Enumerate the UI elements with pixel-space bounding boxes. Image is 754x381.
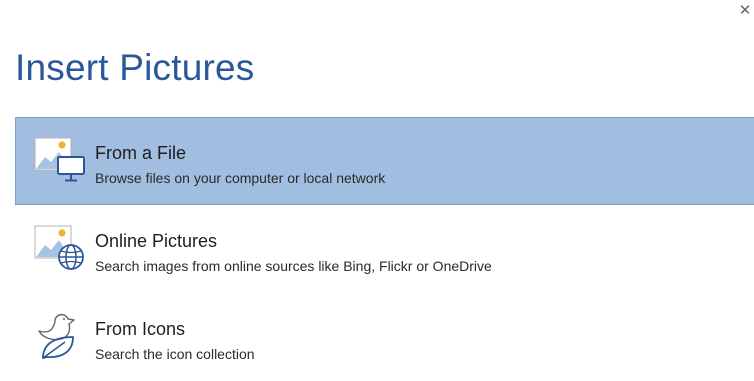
option-label: From a File: [95, 143, 187, 163]
picture-globe-icon: [33, 223, 89, 273]
from-icons-option[interactable]: From Icons Search the icon collection: [15, 293, 754, 381]
bird-leaf-icon: [33, 311, 89, 361]
picture-computer-icon: [33, 135, 89, 185]
option-description: Search the icon collection: [95, 346, 255, 362]
from-a-file-option[interactable]: From a File Browse files on your compute…: [15, 117, 754, 205]
source-options-list: From a File Browse files on your compute…: [15, 117, 754, 381]
option-description: Search images from online sources like B…: [95, 258, 492, 274]
option-label: From Icons: [95, 319, 186, 339]
option-label: Online Pictures: [95, 231, 218, 251]
option-description: Browse files on your computer or local n…: [95, 170, 386, 186]
dialog-title: Insert Pictures: [15, 47, 255, 88]
close-icon[interactable]: ✕: [738, 0, 752, 22]
online-pictures-option[interactable]: Online Pictures Search images from onlin…: [15, 205, 754, 293]
